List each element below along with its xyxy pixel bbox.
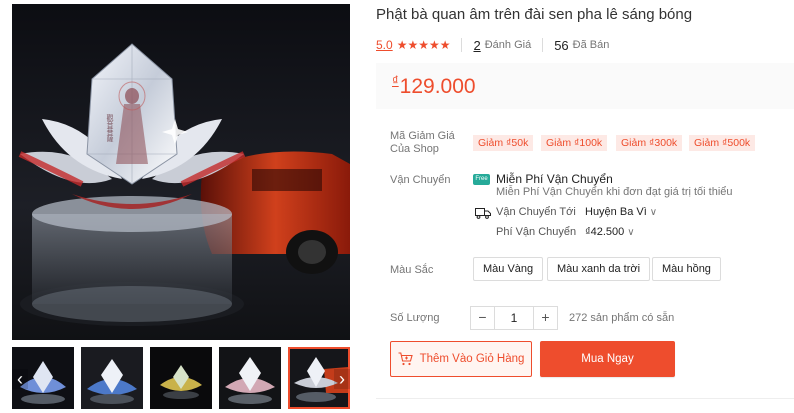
free-shipping-title: Miễn Phí Vận Chuyển [496,172,613,186]
variant-option-yellow[interactable]: Màu Vàng [473,257,544,281]
voucher-300k[interactable]: Giảm ₫300k [616,135,683,151]
currency-symbol: ₫ [392,73,399,88]
ship-to-label: Vận Chuyển Tới [496,206,576,218]
thumbnail-2-image [81,347,143,409]
stock-available: 272 sản phẩm có sẵn [569,312,675,324]
variant-option-blue[interactable]: Màu xanh da trời [547,257,651,281]
ship-fee-label: Phí Vận Chuyển [496,226,577,238]
ship-fee-value: ₫42.500 [585,226,625,238]
free-shipping-note: Miễn Phí Vận Chuyển khi đơn đạt giá trị … [496,186,733,198]
quantity-label: Số Lượng [390,312,440,324]
meta-divider [461,38,463,52]
svg-text:觀音菩薩: 觀音菩薩 [106,113,114,143]
ship-to-value: Huyện Ba Vì [585,206,647,218]
product-details: Phật bà quan âm trên đài sen pha lê sáng… [376,0,794,413]
variant-option-pink[interactable]: Màu hồng [652,257,721,281]
thumbnail-3[interactable] [150,347,212,409]
thumbnail-2[interactable] [81,347,143,409]
add-to-cart-label: Thêm Vào Giỏ Hàng [419,353,525,365]
thumbnail-4-image [219,347,281,409]
rating-value[interactable]: 5.0 [376,38,393,52]
price-value: 129.000 [399,75,476,98]
price-section: ₫129.000 [376,63,794,109]
thumbnail-next-arrow[interactable]: › [334,369,350,389]
product-title: Phật bà quan âm trên đài sen pha lê sáng… [376,6,693,23]
ship-fee-selector[interactable]: ₫42.500 ∨ [585,226,635,238]
voucher-50k[interactable]: Giảm ₫50k [473,135,534,151]
free-shipping-icon: Free [473,174,490,185]
chevron-down-icon: ∨ [649,207,658,218]
buy-now-label: Mua Ngay [581,353,634,365]
ship-to-selector[interactable]: Huyện Ba Vì ∨ [585,206,657,218]
sold-count: 56 [554,37,569,53]
quantity-stepper: − 1 + [470,306,558,330]
thumbnail-4[interactable] [219,347,281,409]
cart-icon [398,352,413,366]
quantity-input[interactable]: 1 [494,307,534,329]
voucher-100k[interactable]: Giảm ₫100k [541,135,608,151]
chevron-down-icon: ∨ [627,227,635,238]
product-meta: 5.0 ★★★★★ 2 Đánh Giá 56 Đã Bán [376,36,609,54]
voucher-500k[interactable]: Giảm ₫500k [689,135,756,151]
truck-icon [475,206,491,224]
quantity-increase-button[interactable]: + [534,307,557,329]
quantity-decrease-button[interactable]: − [471,307,494,329]
reviews-count[interactable]: 2 [473,38,480,53]
main-product-image[interactable]: 觀音菩薩 [12,4,350,340]
section-divider [376,398,794,399]
add-to-cart-button[interactable]: Thêm Vào Giỏ Hàng [390,341,532,377]
variants-label: Màu Sắc [390,264,434,276]
vouchers-label: Mã Giảm Giá Của Shop [390,130,455,155]
shipping-label: Vận Chuyển [390,174,451,186]
crystal-lotus-photo: 觀音菩薩 [12,4,350,340]
thumbnail-prev-arrow[interactable]: ‹ [12,369,28,389]
rating-stars-icon: ★★★★★ [396,38,451,52]
meta-divider [542,38,544,52]
thumbnail-strip: ‹ › [12,347,350,411]
thumbnail-3-image [150,347,212,409]
buy-now-button[interactable]: Mua Ngay [540,341,675,377]
sold-label: Đã Bán [572,39,610,51]
product-gallery: 觀音菩薩 ‹ › [12,4,350,409]
product-price: ₫129.000 [392,73,476,99]
reviews-label: Đánh Giá [484,39,532,51]
